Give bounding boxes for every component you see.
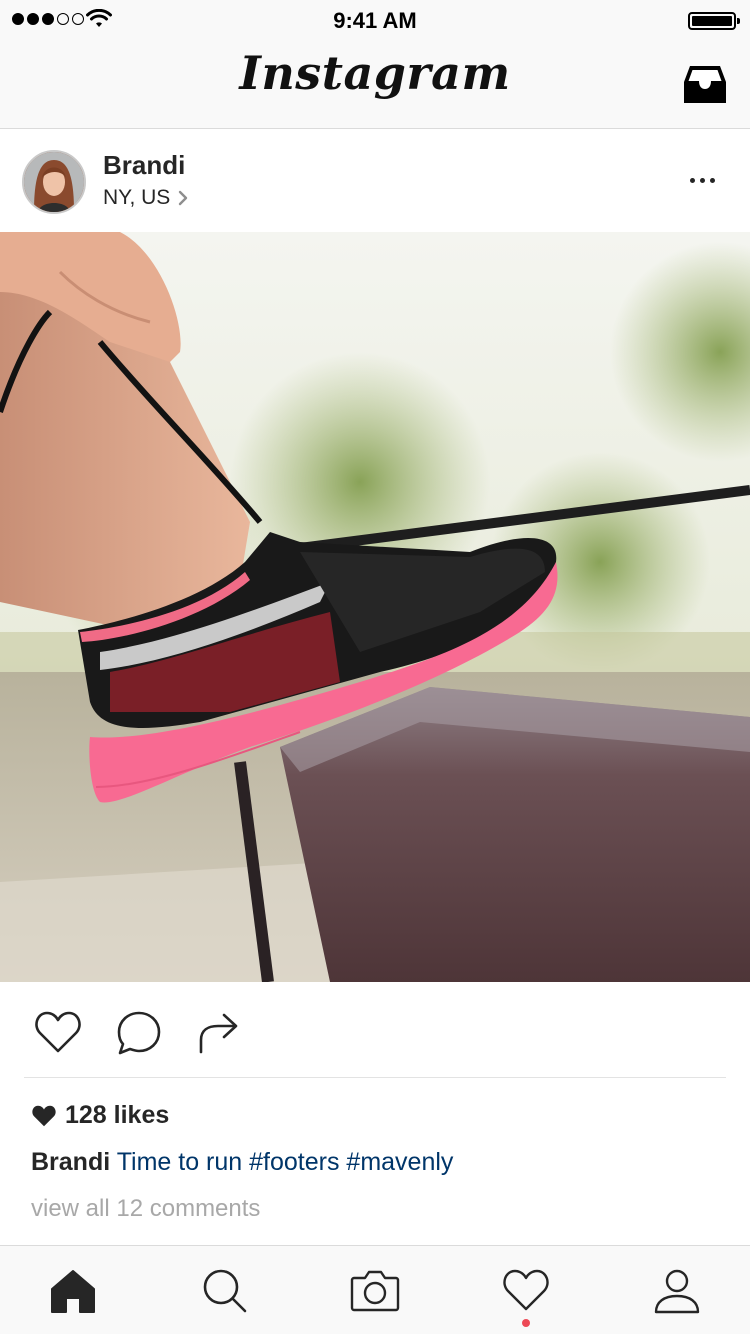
camera-icon[interactable] bbox=[350, 1268, 400, 1312]
activity-notification-dot bbox=[522, 1319, 530, 1327]
post-actions bbox=[0, 982, 750, 1078]
activity-heart-icon[interactable] bbox=[502, 1268, 550, 1312]
share-icon[interactable] bbox=[198, 1010, 240, 1054]
post-caption: Brandi Time to run #footers #mavenly bbox=[31, 1148, 453, 1177]
post-header: Brandi NY, US bbox=[0, 130, 750, 232]
post-location[interactable]: NY, US bbox=[103, 186, 188, 210]
caption-username[interactable]: Brandi bbox=[31, 1148, 110, 1176]
status-bar: 9:41 AM bbox=[0, 0, 750, 40]
view-comments-link[interactable]: view all 12 comments bbox=[31, 1195, 260, 1223]
battery-icon bbox=[688, 12, 740, 30]
avatar[interactable] bbox=[22, 150, 86, 214]
top-nav-bar: Instagram bbox=[0, 40, 750, 129]
chevron-right-icon bbox=[179, 190, 188, 206]
search-icon[interactable] bbox=[202, 1268, 248, 1314]
instagram-logo: Instagram bbox=[239, 46, 511, 100]
likes-label: 128 likes bbox=[65, 1101, 170, 1129]
bottom-tab-bar bbox=[0, 1245, 750, 1334]
home-icon[interactable] bbox=[50, 1268, 96, 1314]
like-count-heart-icon bbox=[32, 1105, 56, 1126]
actions-divider bbox=[24, 1077, 726, 1078]
like-icon[interactable] bbox=[34, 1010, 82, 1054]
location-label: NY, US bbox=[103, 186, 171, 209]
more-options-icon[interactable] bbox=[690, 178, 715, 183]
likes-count[interactable]: 128 likes bbox=[31, 1101, 169, 1130]
comment-icon[interactable] bbox=[116, 1010, 162, 1056]
inbox-icon[interactable] bbox=[682, 64, 728, 106]
post-photo[interactable] bbox=[0, 232, 750, 982]
profile-icon[interactable] bbox=[654, 1268, 700, 1314]
caption-text[interactable]: Time to run #footers #mavenly bbox=[117, 1148, 454, 1176]
status-time: 9:41 AM bbox=[333, 8, 417, 33]
post-username[interactable]: Brandi bbox=[103, 150, 185, 181]
